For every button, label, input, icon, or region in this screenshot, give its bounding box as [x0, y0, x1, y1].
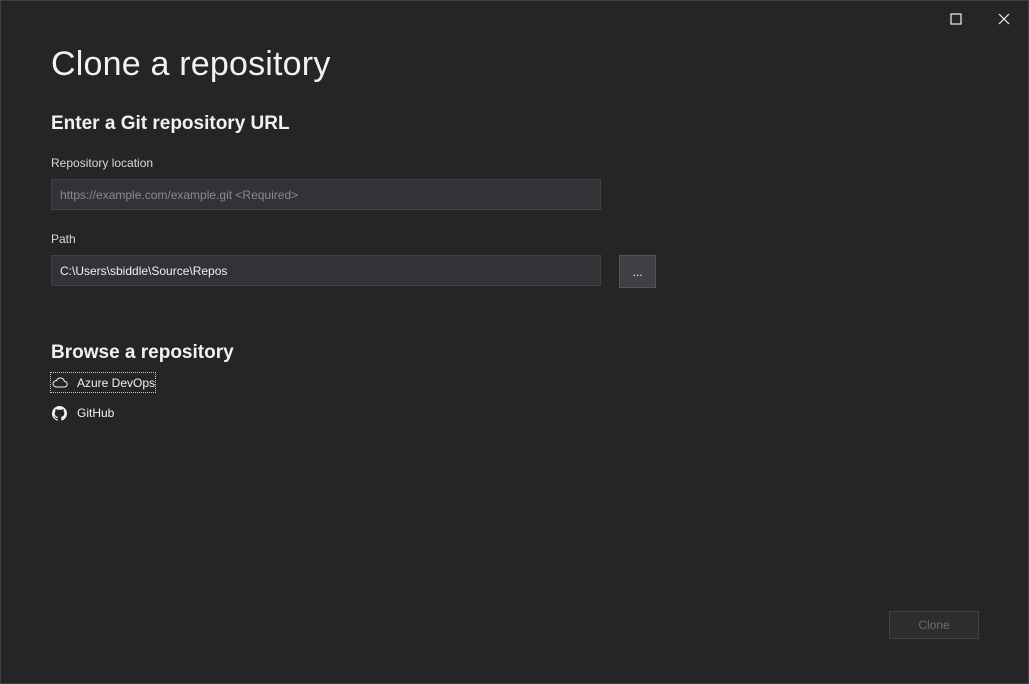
azure-devops-link[interactable]: Azure DevOps	[49, 372, 157, 393]
github-icon	[51, 405, 68, 422]
repository-location-input[interactable]	[51, 179, 601, 210]
close-button[interactable]	[988, 5, 1020, 33]
browse-path-button[interactable]: ...	[619, 255, 656, 288]
browse-section-heading: Browse a repository	[51, 342, 234, 363]
path-label: Path	[51, 232, 76, 246]
path-input[interactable]	[51, 255, 601, 286]
clone-button[interactable]: Clone	[889, 611, 979, 639]
clone-repository-dialog: Clone a repository Enter a Git repositor…	[0, 0, 1029, 684]
maximize-button[interactable]	[940, 5, 972, 33]
github-link[interactable]: GitHub	[51, 403, 114, 423]
azure-devops-label: Azure DevOps	[77, 375, 156, 390]
repository-location-label: Repository location	[51, 156, 154, 170]
close-icon	[998, 13, 1010, 25]
maximize-icon	[950, 13, 962, 25]
github-label: GitHub	[77, 406, 115, 420]
cloud-icon	[51, 374, 68, 391]
page-title: Clone a repository	[51, 45, 331, 83]
url-section-heading: Enter a Git repository URL	[51, 113, 290, 134]
